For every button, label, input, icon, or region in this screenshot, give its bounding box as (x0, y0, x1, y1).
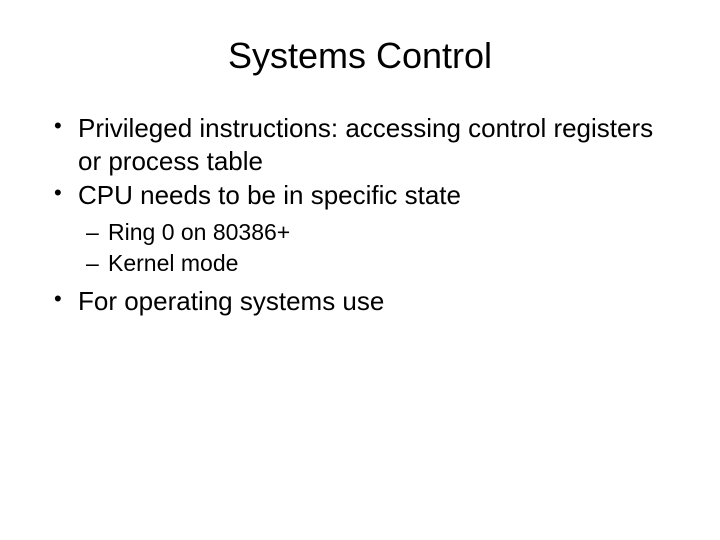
slide-title: Systems Control (40, 35, 680, 77)
bullet-list: Privileged instructions: accessing contr… (40, 112, 680, 318)
list-item: CPU needs to be in specific state (50, 179, 680, 212)
list-item: Privileged instructions: accessing contr… (50, 112, 680, 177)
list-item: For operating systems use (50, 285, 680, 318)
list-item: Ring 0 on 80386+ (86, 218, 680, 248)
list-item: Kernel mode (86, 249, 680, 279)
